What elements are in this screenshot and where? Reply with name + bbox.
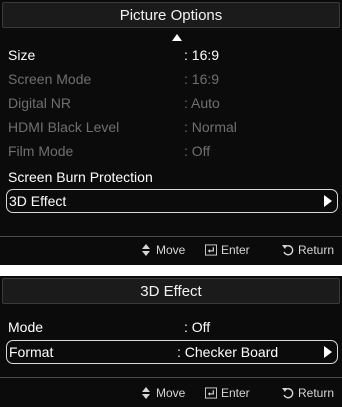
menu-item-value: : Checker Board xyxy=(177,344,279,360)
menu-item-label: HDMI Black Level xyxy=(8,119,120,135)
menu-item-hdmi-black-level: HDMI Black Level : Normal xyxy=(8,116,334,138)
menu-item-value: : Off xyxy=(184,143,211,159)
menu-item-label: Film Mode xyxy=(8,143,74,159)
picture-options-panel: Picture Options Size : 16:9 Screen Mode … xyxy=(0,0,342,265)
menu-item-value: : 16:9 xyxy=(184,71,220,87)
return-label: Return xyxy=(298,243,335,257)
menu-item-screen-mode: Screen Mode : 16:9 xyxy=(8,68,334,90)
menu-item-format[interactable]: Format : Checker Board xyxy=(6,340,338,364)
return-hint: Return xyxy=(282,241,334,259)
menu-item-digital-nr: Digital NR : Auto xyxy=(8,92,334,114)
return-label: Return xyxy=(298,386,335,400)
move-updown-icon xyxy=(140,243,152,257)
divider xyxy=(0,377,342,378)
key-guide: Move Enter Return xyxy=(0,384,336,402)
menu-item-value: : Auto xyxy=(184,95,220,111)
move-hint: Move xyxy=(140,384,185,402)
key-guide: Move Enter Return xyxy=(0,241,336,259)
menu-item-mode[interactable]: Mode : Off xyxy=(8,316,334,338)
menu-item-value: : 16:9 xyxy=(184,47,220,63)
return-hint: Return xyxy=(282,384,334,402)
menu-item-screen-burn-protection[interactable]: Screen Burn Protection xyxy=(8,166,334,188)
enter-label: Enter xyxy=(221,243,250,257)
menu-item-label: Format xyxy=(9,344,54,360)
enter-hint: Enter xyxy=(205,241,250,259)
submenu-arrow-icon xyxy=(324,195,332,207)
enter-hint: Enter xyxy=(205,384,250,402)
submenu-arrow-icon xyxy=(324,346,332,358)
menu-item-value: : Off xyxy=(184,319,211,335)
enter-icon xyxy=(205,243,217,257)
menu-item-label: Screen Burn Protection xyxy=(8,169,153,185)
enter-icon xyxy=(205,386,217,400)
move-label: Move xyxy=(156,386,186,400)
move-updown-icon xyxy=(140,386,152,400)
menu-item-label: 3D Effect xyxy=(9,193,67,209)
enter-label: Enter xyxy=(221,386,250,400)
menu-item-label: Mode xyxy=(8,319,44,335)
divider xyxy=(0,236,342,237)
move-label: Move xyxy=(156,243,186,257)
menu-item-film-mode: Film Mode : Off xyxy=(8,140,334,162)
3d-effect-title: 3D Effect xyxy=(2,278,340,304)
picture-options-title: Picture Options xyxy=(2,2,340,28)
menu-item-3d-effect[interactable]: 3D Effect xyxy=(6,189,338,213)
move-hint: Move xyxy=(140,241,185,259)
scroll-up-icon[interactable] xyxy=(172,34,182,41)
menu-item-value: : Normal xyxy=(184,119,237,135)
menu-item-label: Size xyxy=(8,47,36,63)
3d-effect-panel: 3D Effect Mode : Off Format : Checker Bo… xyxy=(0,276,342,407)
return-icon xyxy=(282,386,294,400)
return-icon xyxy=(282,243,294,257)
menu-item-label: Screen Mode xyxy=(8,71,92,87)
menu-item-label: Digital NR xyxy=(8,95,72,111)
menu-item-size[interactable]: Size : 16:9 xyxy=(8,44,334,66)
